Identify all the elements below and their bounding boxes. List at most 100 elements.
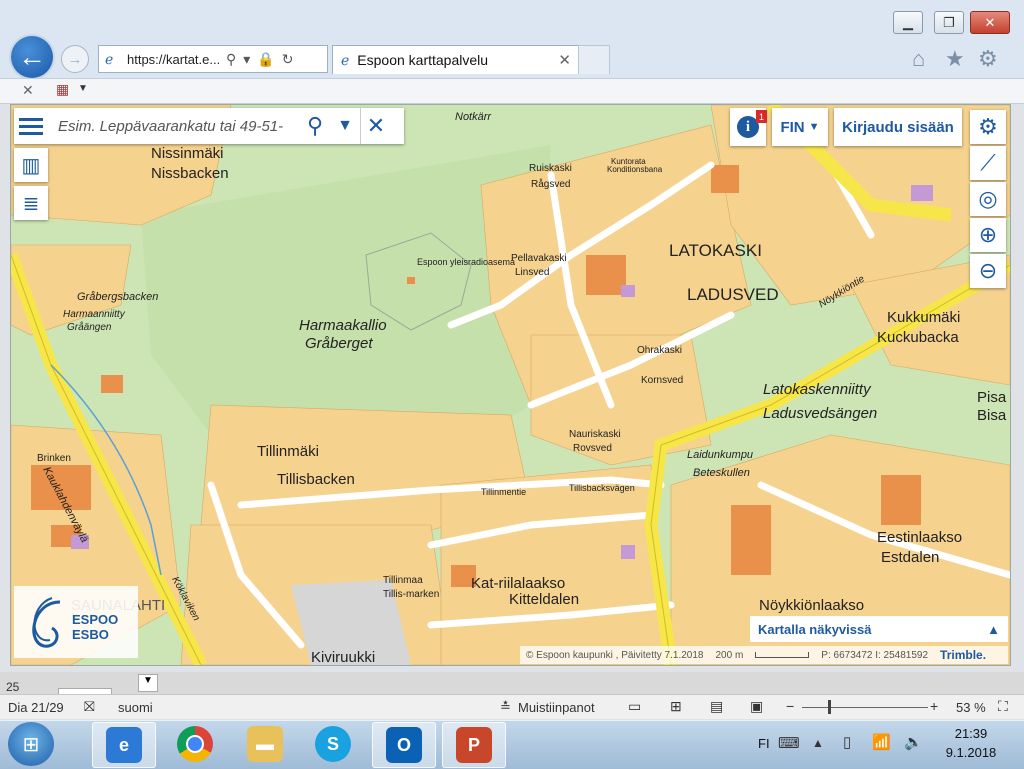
map-search-box: ⚲ ▼ ✕ (14, 108, 404, 144)
input-language[interactable]: FI (758, 736, 770, 751)
system-clock[interactable]: 21:39 9.1.2018 (928, 724, 1014, 762)
place-label: LATOKASKI (669, 241, 762, 260)
chevron-down-icon[interactable]: ▼ (330, 108, 360, 144)
login-button[interactable]: Kirjaudu sisään (834, 108, 962, 146)
chevron-down-icon[interactable]: ▼ (138, 674, 158, 692)
network-signal-icon[interactable]: 📶 (872, 733, 891, 751)
zoom-in-icon[interactable]: + (930, 698, 938, 714)
powerpoint-icon: P (456, 727, 492, 763)
taskbar-outlook[interactable]: O (372, 722, 436, 768)
arrow-left-icon: ← (18, 41, 46, 72)
panel-title: Kartalla näkyvissä (758, 621, 872, 637)
place-label: Ruiskaski (529, 163, 572, 174)
place-label: Eestinlaakso (877, 529, 963, 546)
lock-icon[interactable]: 🔒 (257, 51, 274, 68)
chrome-icon (177, 726, 213, 762)
place-label: Gråberget (305, 335, 373, 352)
taskbar-explorer[interactable]: ▬ (234, 722, 296, 766)
tab-title: Espoon karttapalvelu (357, 52, 489, 68)
road-label: Tillinmentie (481, 487, 527, 497)
reading-view-icon[interactable]: ▤ (710, 698, 723, 715)
place-label: Kitteldalen (509, 591, 580, 608)
minimize-button[interactable]: ▁ (893, 11, 923, 34)
battery-icon[interactable]: ▯ (843, 733, 851, 751)
slideshow-icon[interactable]: ▣ (750, 698, 763, 715)
taskbar-powerpoint[interactable]: P (442, 722, 506, 768)
map-layers-book-icon[interactable]: ▥ (14, 148, 48, 182)
zoom-out-icon[interactable]: − (786, 698, 794, 714)
slide-sorter-icon[interactable]: ⊞ (670, 698, 682, 715)
notes-button[interactable]: Muistiinpanot (518, 700, 595, 715)
forward-button[interactable]: → (61, 45, 89, 73)
place-label: Gråbergsbacken (77, 291, 159, 303)
language-status[interactable]: suomi (118, 700, 153, 715)
browser-tab-active[interactable]: ℯ Espoon karttapalvelu ✕ (332, 45, 580, 74)
address-text[interactable]: https://kartat.e... (127, 52, 219, 67)
language-select[interactable]: FIN ▼ (772, 108, 828, 146)
notes-icon[interactable]: ≛ (500, 699, 511, 715)
place-label: Harmaanniitty (63, 309, 125, 320)
measure-tool-icon[interactable]: ⟋ (970, 146, 1006, 180)
outlook-icon: O (386, 727, 422, 763)
slide-thumbnail-strip: 25 ▼ (0, 672, 1024, 696)
place-label: Latokaskenniitty (763, 381, 871, 398)
taskbar-skype[interactable]: S (302, 722, 364, 766)
clock-time: 21:39 (954, 726, 988, 741)
hamburger-menu-button[interactable] (14, 108, 48, 144)
layers-stack-icon[interactable]: ≣ (14, 186, 48, 220)
settings-gear-icon[interactable]: ⚙ (970, 110, 1006, 144)
espoo-logo: ESPOO ESBO (14, 586, 138, 658)
favorites-star-icon[interactable]: ★ (945, 46, 965, 72)
logo-text: ESPOO (72, 612, 119, 627)
place-label: Tillisbacken (277, 471, 355, 488)
visible-on-map-panel[interactable]: Kartalla näkyvissä ▲ (750, 616, 1008, 642)
place-label: Nissbacken (151, 165, 229, 182)
show-hidden-icons-icon[interactable]: ▲ (812, 736, 824, 750)
chevron-up-icon[interactable]: ▲ (987, 622, 1000, 637)
place-label: Nöykkiönlaakso (759, 597, 865, 614)
taskbar-ie[interactable]: e (92, 722, 156, 768)
home-icon[interactable]: ⌂ (912, 46, 925, 72)
locate-me-icon[interactable]: ◎ (970, 182, 1006, 216)
coordinates-text: P: 6673472 I: 25481592 (821, 649, 929, 661)
chevron-down-icon[interactable]: ▼ (78, 83, 88, 94)
dropdown-icon[interactable]: ▾ (243, 51, 250, 68)
place-label: Pellavakaski (511, 253, 567, 264)
addon-icon[interactable]: ▦ (56, 81, 69, 98)
place-label: Kat-riilalaakso (471, 575, 566, 592)
road-label: Tillisbacksvägen (569, 483, 635, 493)
clear-search-icon[interactable]: ✕ (360, 108, 391, 144)
normal-view-icon[interactable]: ▭ (628, 698, 641, 715)
close-window-button[interactable]: ✕ (970, 11, 1010, 34)
proofing-icon[interactable]: ⛝ (84, 698, 95, 715)
windows-logo-icon: ⊞ (22, 733, 40, 756)
zoom-in-icon[interactable]: ⊕ (970, 218, 1006, 252)
close-x-icon[interactable]: ✕ (22, 82, 34, 99)
keyboard-icon[interactable]: ⌨ (778, 734, 800, 752)
maximize-button[interactable]: ❐ (934, 11, 964, 34)
browser-command-bar: ✕ ▦ ▼ (0, 78, 1024, 104)
new-tab-button[interactable] (578, 45, 610, 74)
refresh-icon[interactable]: ↻ (282, 51, 294, 68)
zoom-slider-handle[interactable] (828, 700, 831, 714)
map-search-input[interactable] (48, 116, 300, 136)
settings-gear-icon[interactable]: ⚙ (978, 46, 998, 72)
fit-to-window-icon[interactable]: ⛶ (998, 698, 1008, 715)
place-label: Linsved (515, 267, 550, 278)
place-label: Espoon yleisradioasema (417, 257, 516, 267)
map-canvas[interactable]: Nissinmäki Nissbacken Harmaakallio Gråbe… (10, 104, 1011, 666)
zoom-out-icon[interactable]: ⊖ (970, 254, 1006, 288)
address-bar[interactable]: ℯ https://kartat.e... ⚲ ▾ 🔒 ↻ (98, 45, 328, 73)
zoom-level[interactable]: 53 % (956, 700, 986, 715)
taskbar-chrome[interactable] (164, 722, 226, 766)
volume-icon[interactable]: 🔈 (904, 733, 923, 751)
zoom-slider-track[interactable] (802, 707, 928, 708)
tab-close-icon[interactable]: ✕ (558, 51, 571, 69)
place-label: Ohrakaski (637, 345, 683, 356)
copyright-text: © Espoon kaupunki , Päivitetty 7.1.2018 (526, 649, 704, 661)
place-label: Notkärr (455, 111, 492, 123)
start-button[interactable]: ⊞ (8, 722, 54, 766)
search-icon[interactable]: ⚲ (226, 51, 236, 68)
back-button[interactable]: ← (11, 36, 53, 78)
search-icon[interactable]: ⚲ (300, 108, 330, 144)
